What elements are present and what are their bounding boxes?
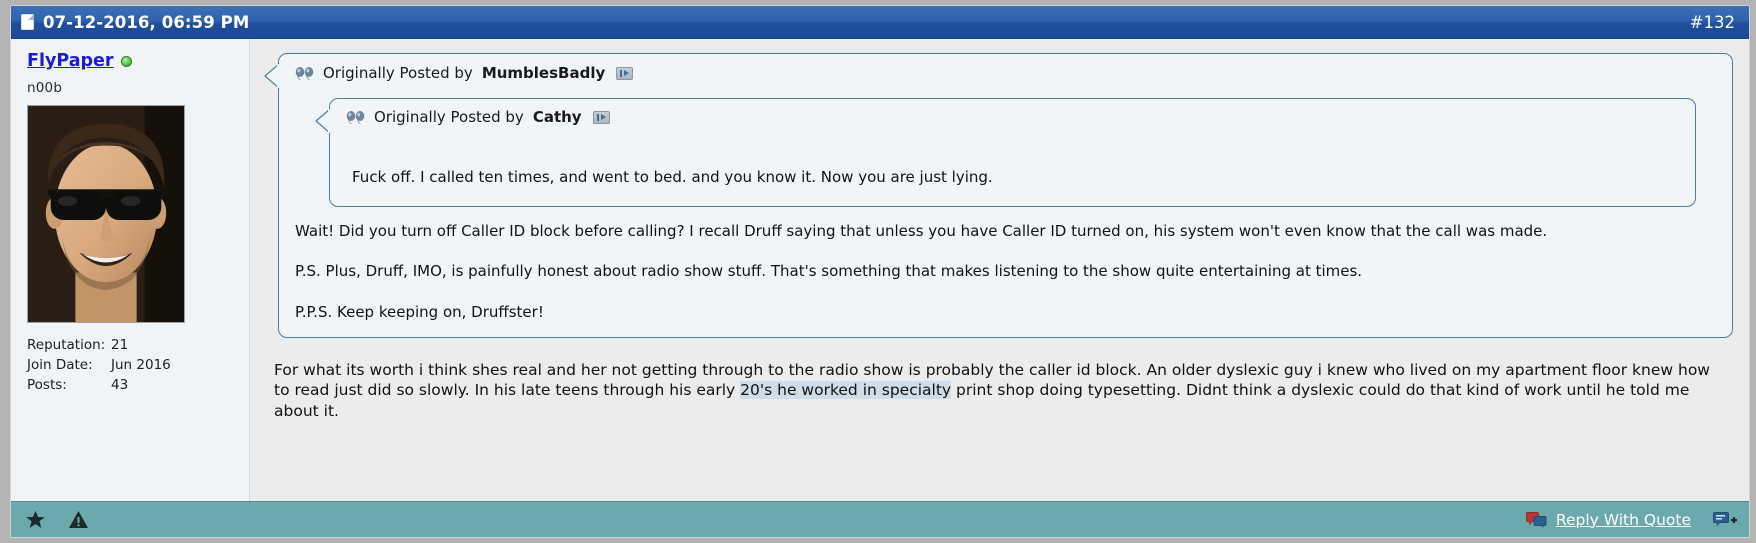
post-footer-bar: Reply With Quote bbox=[11, 501, 1749, 537]
quote-prefix-inner: Originally Posted by bbox=[374, 108, 524, 126]
user-stat-value: 43 bbox=[111, 376, 129, 393]
quote-bubbles-icon bbox=[1525, 511, 1547, 528]
post-body: FlyPaper n00b Reputation: 21 Join Date: … bbox=[11, 39, 1749, 501]
user-title: n00b bbox=[27, 79, 63, 96]
quote-paragraph: P.S. Plus, Druff, IMO, is painfully hone… bbox=[295, 262, 1363, 281]
quote-header-outer: Originally Posted by MumblesBadly bbox=[293, 62, 1718, 82]
post-header-bar: 07-12-2016, 06:59 PM #132 bbox=[11, 6, 1749, 39]
quote-text-inner: Fuck off. I called ten times, and went t… bbox=[352, 168, 993, 186]
user-stat-row: Join Date: Jun 2016 bbox=[27, 355, 249, 375]
post-content-text: For what its worth i think shes real and… bbox=[264, 360, 1733, 422]
forum-post: 07-12-2016, 06:59 PM #132 FlyPaper n00b bbox=[10, 5, 1750, 538]
reply-with-quote-button[interactable]: Reply With Quote bbox=[1520, 509, 1697, 531]
quote-tail bbox=[264, 63, 280, 89]
post-number-link[interactable]: #132 bbox=[1690, 13, 1735, 32]
double-quote-icon bbox=[346, 110, 365, 125]
username-row: FlyPaper bbox=[27, 52, 249, 71]
user-stat-value: 21 bbox=[111, 336, 129, 353]
user-stat-label: Join Date: bbox=[27, 356, 93, 373]
quote-header-inner: Originally Posted by Cathy bbox=[344, 106, 1681, 126]
post-footer-right: Reply With Quote bbox=[1520, 509, 1741, 531]
report-warning-icon[interactable] bbox=[68, 510, 89, 529]
user-stat-row: Posts: 43 bbox=[27, 375, 249, 395]
post-footer-left bbox=[25, 510, 89, 530]
quote-tail bbox=[315, 108, 331, 134]
user-stats: Reputation: 21 Join Date: Jun 2016 Posts… bbox=[27, 335, 249, 395]
post-message-column: Originally Posted by MumblesBadly Origin… bbox=[250, 39, 1749, 501]
quote-prefix-outer: Originally Posted by bbox=[323, 64, 473, 82]
multi-quote-add-button[interactable] bbox=[1709, 509, 1741, 530]
quote-block-inner: Originally Posted by Cathy Fuck off. I c… bbox=[315, 98, 1696, 207]
username-link[interactable]: FlyPaper bbox=[27, 52, 114, 71]
star-icon[interactable] bbox=[25, 510, 46, 530]
quote-author-inner[interactable]: Cathy bbox=[533, 108, 582, 126]
user-stat-label: Posts: bbox=[27, 376, 67, 393]
post-text-selected: 20's he worked in specialty bbox=[740, 381, 952, 400]
online-status-icon bbox=[120, 56, 132, 68]
quote-author-outer[interactable]: MumblesBadly bbox=[482, 64, 605, 82]
view-post-icon[interactable] bbox=[616, 66, 634, 80]
forum-post-screenshot: 07-12-2016, 06:59 PM #132 FlyPaper n00b bbox=[0, 0, 1756, 543]
avatar-image bbox=[28, 105, 184, 322]
reply-with-quote-label: Reply With Quote bbox=[1555, 510, 1691, 529]
user-stat-label: Reputation: bbox=[27, 336, 106, 353]
double-quote-icon bbox=[295, 66, 314, 81]
quote-block-outer: Originally Posted by MumblesBadly Origin… bbox=[264, 53, 1733, 338]
user-stat-value: Jun 2016 bbox=[111, 356, 171, 373]
document-icon bbox=[21, 14, 34, 30]
post-date: 07-12-2016, 06:59 PM bbox=[43, 12, 250, 32]
quote-paragraph: P.P.S. Keep keeping on, Druffster! bbox=[295, 302, 544, 321]
view-post-icon[interactable] bbox=[592, 110, 610, 124]
avatar[interactable] bbox=[27, 104, 185, 323]
quote-paragraph: Wait! Did you turn off Caller ID block b… bbox=[295, 222, 1548, 240]
user-stat-row: Reputation: 21 bbox=[27, 335, 249, 355]
user-info-panel: FlyPaper n00b Reputation: 21 Join Date: … bbox=[11, 39, 250, 501]
post-header-left: 07-12-2016, 06:59 PM bbox=[21, 13, 249, 32]
multi-quote-add-icon bbox=[1713, 511, 1737, 528]
